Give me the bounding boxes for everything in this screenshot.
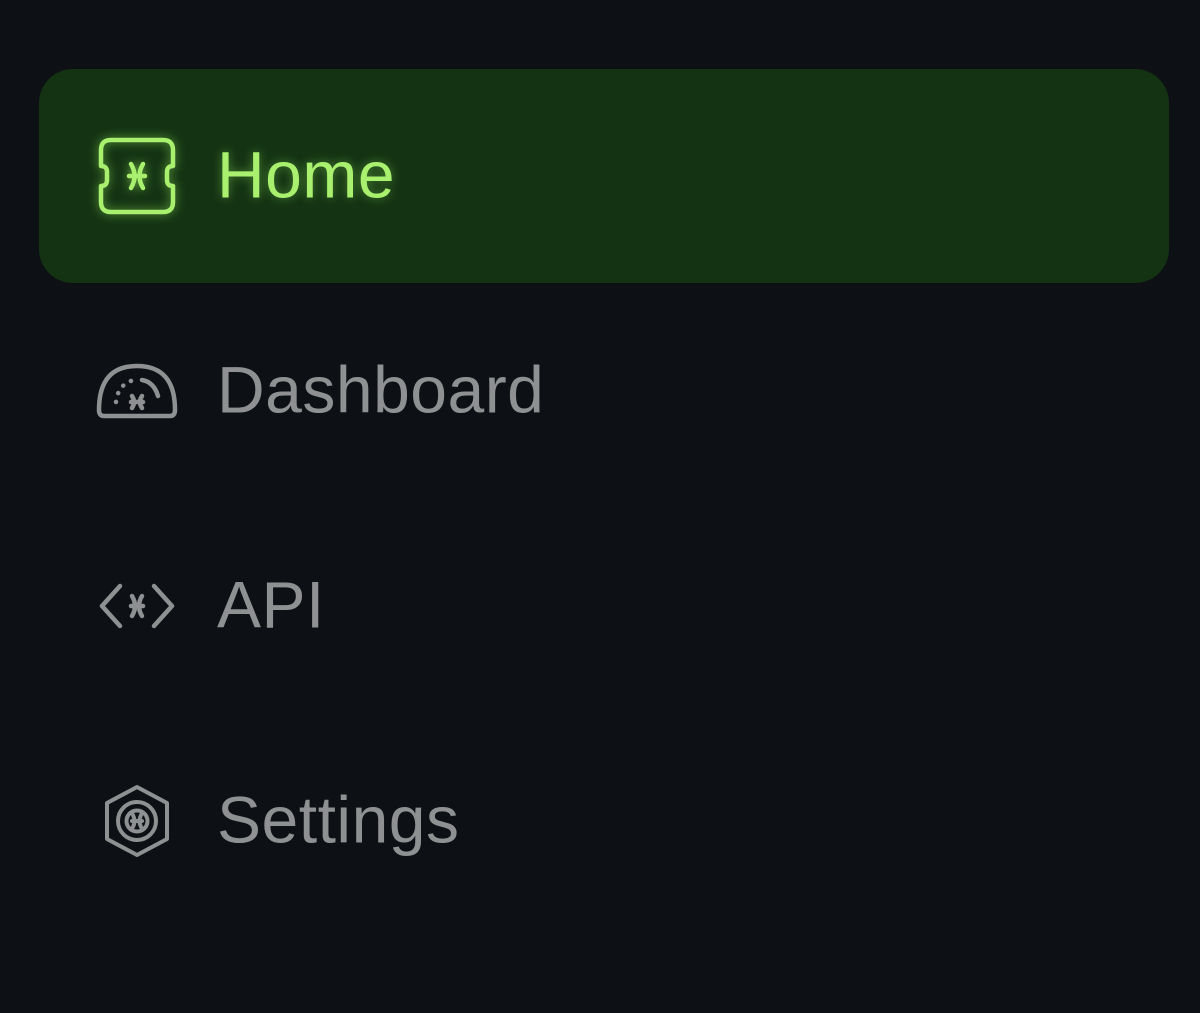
code-brackets-icon xyxy=(95,564,179,648)
sidebar-item-home[interactable]: Home xyxy=(39,69,1169,283)
sidebar-item-label: Dashboard xyxy=(217,352,545,427)
hexagon-settings-icon xyxy=(95,779,179,863)
sidebar-item-label: Home xyxy=(217,137,396,212)
sidebar-item-dashboard[interactable]: Dashboard xyxy=(39,284,1169,498)
sidebar-item-settings[interactable]: Settings xyxy=(39,714,1169,928)
sidebar-item-label: API xyxy=(217,567,325,642)
sidebar-nav: Home Dashboard API Settings xyxy=(0,0,1200,1013)
sidebar-item-api[interactable]: API xyxy=(39,499,1169,713)
sidebar-item-label: Settings xyxy=(217,782,460,857)
home-logo-icon xyxy=(95,134,179,218)
gauge-icon xyxy=(95,349,179,433)
